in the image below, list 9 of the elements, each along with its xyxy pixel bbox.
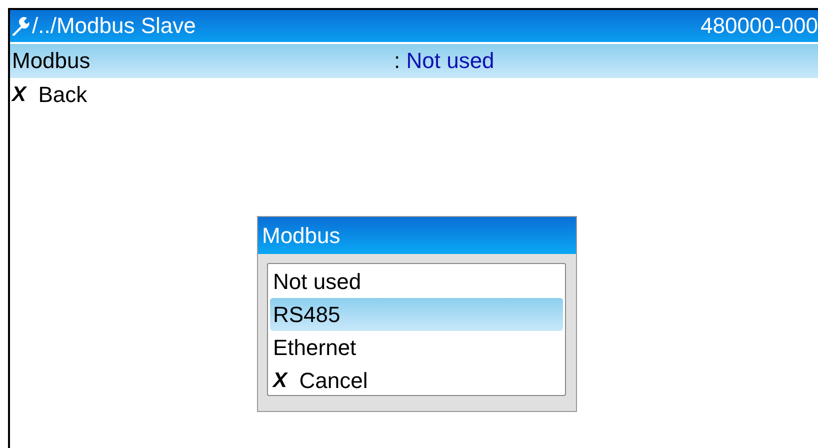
menu-item[interactable]: Modbus : Not used: [10, 44, 818, 78]
menu-item[interactable]: X Back: [10, 78, 818, 112]
option-item[interactable]: Not used: [270, 265, 563, 298]
dialog-title: Modbus: [258, 217, 576, 254]
option-item[interactable]: Ethernet: [270, 331, 563, 364]
option-item[interactable]: X Cancel: [270, 364, 563, 397]
breadcrumb-path: /../Modbus Slave: [32, 13, 197, 39]
option-item[interactable]: RS485: [270, 298, 563, 331]
device-id: 480000-000: [700, 13, 818, 39]
